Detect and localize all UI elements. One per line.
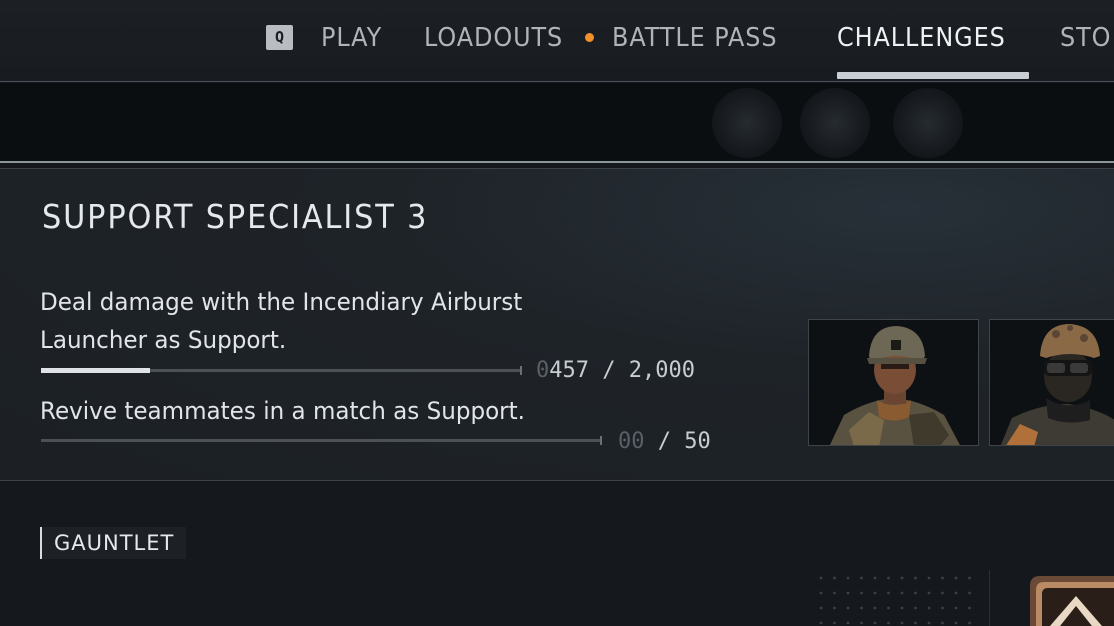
progress-bar — [41, 436, 602, 445]
challenge-card[interactable]: SUPPORT SPECIALIST 3 Deal damage with th… — [0, 168, 1114, 481]
progress-total: 2,000 — [628, 358, 695, 383]
decor-dot — [833, 591, 836, 595]
decor-dot — [968, 576, 971, 580]
category-icon-blurred[interactable] — [712, 88, 782, 158]
divider — [989, 570, 990, 626]
decor-dot — [968, 606, 971, 610]
decor-dot — [819, 591, 823, 595]
decor-dot — [900, 576, 904, 580]
notification-dot-icon — [585, 33, 594, 42]
progress-bar-end — [520, 366, 522, 375]
decor-dot — [846, 576, 850, 580]
active-tab-indicator — [837, 72, 1029, 79]
decor-dot — [941, 606, 944, 610]
progress-bar-end — [600, 436, 602, 445]
progress-bar — [41, 366, 522, 375]
reward-portrait[interactable] — [808, 319, 979, 446]
decor-dot — [927, 591, 931, 595]
decor-dot — [819, 576, 823, 580]
category-icon-blurred[interactable] — [800, 88, 870, 158]
tab-store[interactable]: STO — [1060, 22, 1111, 54]
decor-dot — [887, 576, 890, 580]
decor-dot — [968, 621, 971, 625]
decor-dot — [900, 621, 904, 625]
gauntlet-badge-icon[interactable] — [1020, 572, 1114, 626]
decor-dot — [887, 621, 890, 625]
decor-dot — [927, 576, 931, 580]
tab-loadouts[interactable]: LOADOUTS — [424, 22, 563, 54]
decor-dot — [833, 606, 836, 610]
decor-dot — [846, 621, 850, 625]
decor-dot — [873, 606, 877, 610]
decor-dot — [846, 591, 850, 595]
subcategory-band — [0, 83, 1114, 163]
challenge-title: SUPPORT SPECIALIST 3 — [42, 197, 429, 236]
decor-dot — [927, 621, 931, 625]
dot-grid-decoration — [819, 576, 971, 625]
decor-dot — [941, 621, 944, 625]
decor-dot — [954, 591, 958, 595]
decor-dot — [860, 606, 863, 610]
decor-dot — [846, 606, 850, 610]
decor-dot — [860, 621, 863, 625]
progress-lead-digits: 0 — [536, 358, 550, 383]
progress-count: 00 / 50 — [618, 429, 711, 454]
challenge-description: Deal damage with the Incendiary Airburst — [40, 288, 523, 316]
reward-portrait[interactable] — [989, 319, 1114, 446]
decor-dot — [887, 591, 890, 595]
progress-count: 0457 / 2,000 — [536, 358, 695, 383]
decor-dot — [914, 591, 917, 595]
decor-dot — [873, 576, 877, 580]
tab-play[interactable]: PLAY — [321, 22, 382, 54]
soldier-goggles-portrait-icon — [990, 320, 1114, 445]
decor-dot — [941, 576, 944, 580]
decor-dot — [914, 576, 917, 580]
decor-dot — [927, 606, 931, 610]
decor-dot — [873, 591, 877, 595]
soldier-helmet-portrait-icon — [809, 320, 978, 445]
decor-dot — [873, 621, 877, 625]
decor-dot — [968, 591, 971, 595]
progress-separator: / — [589, 358, 629, 383]
section-header-gauntlet: GAUNTLET — [40, 527, 187, 559]
decor-dot — [954, 621, 958, 625]
q-key-hint[interactable]: Q — [266, 25, 293, 50]
decor-dot — [954, 576, 958, 580]
decor-dot — [833, 576, 836, 580]
decor-dot — [914, 621, 917, 625]
top-navigation: Q PLAY LOADOUTS BATTLE PASS CHALLENGES S… — [0, 0, 1114, 82]
progress-separator: / — [644, 429, 685, 454]
challenge-description: Launcher as Support. — [40, 326, 287, 354]
progress-current: 457 — [549, 358, 589, 383]
challenge-description: Revive teammates in a match as Support. — [40, 397, 526, 425]
decor-dot — [833, 621, 836, 625]
decor-dot — [900, 606, 904, 610]
decor-dot — [914, 606, 917, 610]
decor-dot — [860, 591, 863, 595]
decor-dot — [900, 591, 904, 595]
progress-total: 50 — [684, 429, 711, 454]
tab-challenges[interactable]: CHALLENGES — [837, 22, 1006, 54]
decor-dot — [941, 591, 944, 595]
decor-dot — [860, 576, 863, 580]
decor-dot — [887, 606, 890, 610]
tab-battle-pass[interactable]: BATTLE PASS — [612, 22, 778, 54]
category-icon-blurred[interactable] — [893, 88, 963, 158]
decor-dot — [954, 606, 958, 610]
progress-bar-fill — [41, 368, 151, 373]
decor-dot — [819, 621, 823, 625]
decor-dot — [819, 606, 823, 610]
progress-lead-digits: 00 — [618, 429, 645, 454]
